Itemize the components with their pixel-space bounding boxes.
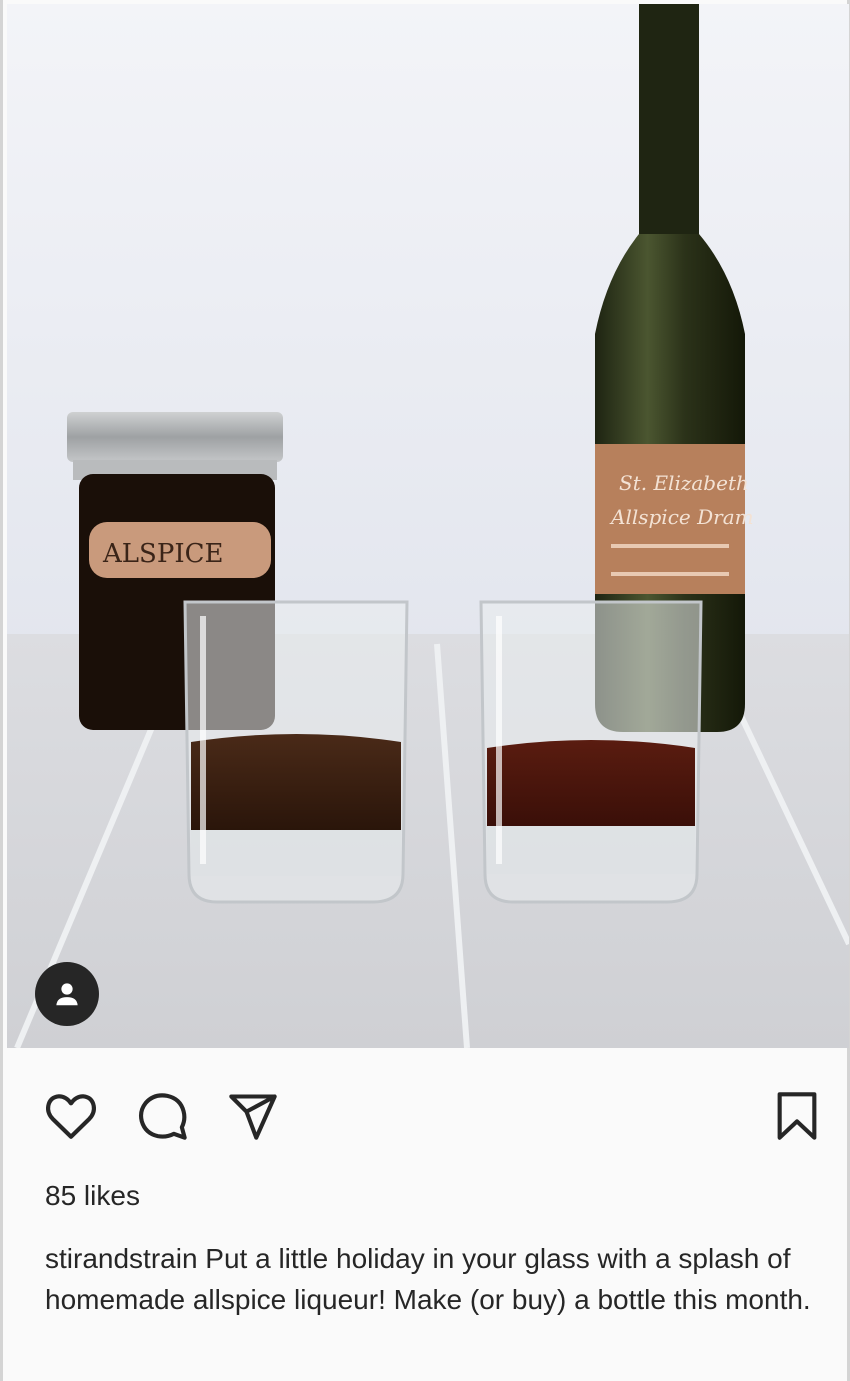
bottle-label-line2: Allspice Dram — [609, 505, 754, 529]
jar-label-text: ALSPICE — [102, 539, 224, 569]
heart-icon — [46, 1094, 96, 1139]
user-tag-icon — [56, 983, 78, 1006]
share-button[interactable] — [225, 1088, 281, 1144]
likes-count[interactable]: 85 likes — [45, 1180, 140, 1212]
post-caption: stirandstrain Put a little holiday in yo… — [45, 1238, 815, 1320]
photo-illustration: ALSPICE St. Elizabeth Allspice Dram — [7, 4, 849, 1048]
bookmark-icon — [777, 1092, 817, 1140]
like-button[interactable] — [43, 1088, 99, 1144]
action-bar — [3, 1080, 850, 1152]
post-photo[interactable]: ALSPICE St. Elizabeth Allspice Dram — [7, 4, 849, 1048]
caption-username[interactable]: stirandstrain — [45, 1243, 198, 1274]
bottle-label-line1: St. Elizabeth — [619, 471, 749, 495]
comment-button[interactable] — [135, 1088, 191, 1144]
instagram-post: ALSPICE St. Elizabeth Allspice Dram 85 l… — [0, 0, 850, 1381]
user-tag-button[interactable] — [35, 962, 99, 1026]
save-button[interactable] — [769, 1088, 825, 1144]
comment-icon — [138, 1093, 187, 1140]
send-icon — [229, 1094, 277, 1140]
